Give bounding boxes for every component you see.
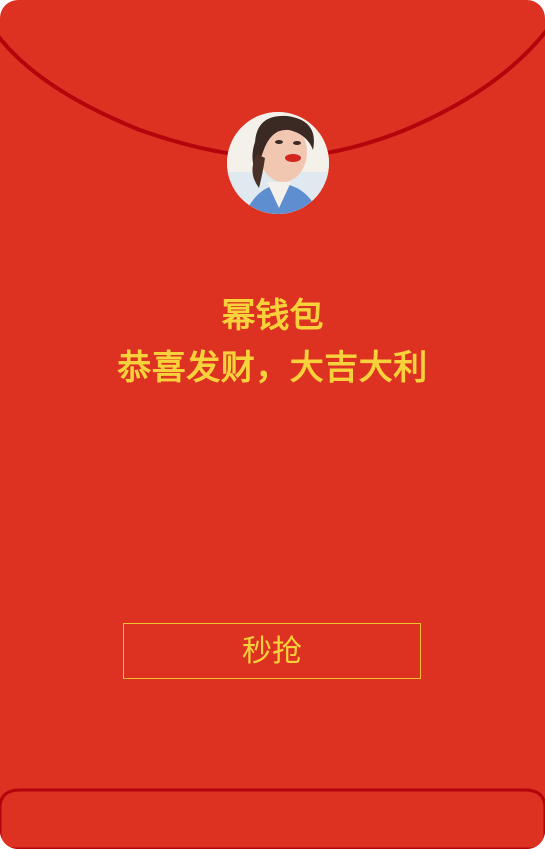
avatar bbox=[227, 112, 329, 214]
sender-name: 幂钱包 bbox=[221, 296, 324, 336]
grab-button[interactable]: 秒抢 bbox=[123, 623, 421, 679]
red-envelope: 幂钱包 恭喜发财，大吉大利 秒抢 bbox=[0, 0, 545, 849]
envelope-bottom-fold bbox=[0, 788, 545, 849]
greeting-text: 恭喜发财，大吉大利 bbox=[117, 348, 428, 388]
user-avatar-icon bbox=[227, 112, 329, 214]
